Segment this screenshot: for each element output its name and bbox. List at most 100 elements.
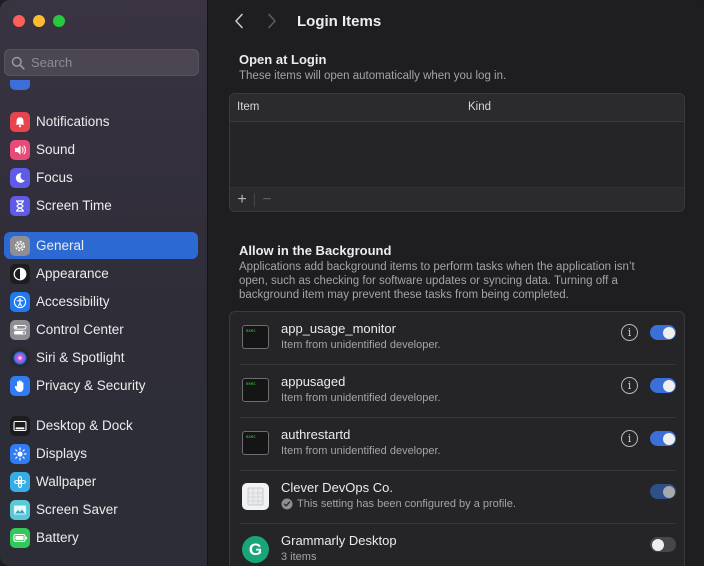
item-subtitle-text: This setting has been configured by a pr… [297,498,516,510]
item-subtitle-text: Item from unidentified developer. [281,392,441,404]
terminal-icon: exec [242,378,269,402]
hand-icon [10,375,30,396]
toggle-switch[interactable] [650,431,676,446]
sidebar-item-label: Battery [36,530,79,545]
sun-icon [10,443,30,464]
gear-badge-icon [281,498,293,510]
sidebar: Notifications Sound Focus [0,0,208,566]
page-title: Login Items [297,13,382,30]
sidebar-item-appearance[interactable]: Appearance [4,260,198,287]
screen-saver-icon [10,499,30,520]
grammarly-icon: G [242,536,269,563]
sidebar-item-label: Control Center [36,322,124,337]
sidebar-item-privacy-security[interactable]: Privacy & Security [4,372,198,399]
document-icon [242,483,269,510]
chevron-right-icon [268,13,276,29]
accessibility-icon [10,291,30,312]
toggle-knob [662,432,675,445]
info-button[interactable]: i [621,430,638,447]
appearance-icon [10,263,30,284]
chevron-left-icon [235,13,243,29]
close-window-button[interactable] [13,15,25,27]
list-item: Clever DevOps Co. This setting has been … [230,471,684,524]
open-at-login-subtitle: These items will open automatically when… [239,70,507,82]
search-input[interactable] [31,55,181,70]
control-center-icon [10,319,30,340]
forward-button[interactable] [262,11,282,31]
open-at-login-title: Open at Login [239,52,327,67]
terminal-icon-text: exec [246,434,256,439]
toggle-switch[interactable] [650,325,676,340]
list-item: G Grammarly Desktop 3 items [230,524,684,566]
search-field[interactable] [4,49,199,76]
toggle-switch[interactable] [650,378,676,393]
login-items-table: Item Kind + − [229,93,685,212]
column-header-item[interactable]: Item [237,101,259,113]
search-icon [11,56,25,70]
sidebar-item-label: General [36,238,85,253]
sidebar-item-label: Privacy & Security [36,378,146,393]
column-header-kind[interactable]: Kind [468,101,491,113]
item-subtitle: This setting has been configured by a pr… [281,498,516,510]
terminal-icon: exec [242,325,269,349]
sidebar-item-label: Appearance [36,266,109,281]
info-button[interactable]: i [621,324,638,341]
item-subtitle: Item from unidentified developer. [281,392,441,404]
item-name: appusaged [281,374,346,389]
info-icon: i [627,326,632,339]
toggle-switch[interactable] [650,484,676,499]
sidebar-item-label: Desktop & Dock [36,418,133,433]
sidebar-item-battery[interactable]: Battery [4,524,198,551]
toggle-knob [662,326,675,339]
item-subtitle-text: 3 items [281,551,317,563]
sidebar-item-label: Wallpaper [36,474,97,489]
sidebar-item-label: Notifications [36,114,110,129]
minimize-window-button[interactable] [33,15,45,27]
terminal-icon-text: exec [246,328,256,333]
table-footer: + − [230,187,684,211]
toggle-knob [662,485,675,498]
sidebar-item-sound[interactable]: Sound [4,136,198,163]
item-name: Clever DevOps Co. [281,480,393,495]
main-content: Login Items Open at Login These items wi… [209,0,704,566]
sidebar-item-accessibility[interactable]: Accessibility [4,288,198,315]
item-name: authrestartd [281,427,351,442]
gear-icon [10,235,30,256]
item-subtitle-text: Item from unidentified developer. [281,339,441,351]
sidebar-item-label: Sound [36,142,76,157]
item-name: app_usage_monitor [281,321,396,336]
info-button[interactable]: i [621,377,638,394]
add-login-item-button[interactable]: + [230,189,254,211]
sidebar-item-control-center[interactable]: Control Center [4,316,198,343]
sidebar-item-general[interactable]: General [4,232,198,259]
sidebar-item-siri-spotlight[interactable]: Siri & Spotlight [4,344,198,371]
list-item: exec authrestartd Item from unidentified… [230,418,684,471]
grammarly-icon-letter: G [248,539,263,559]
toggle-switch[interactable] [650,537,676,552]
sidebar-item-screen-saver[interactable]: Screen Saver [4,496,198,523]
sidebar-item-label: Displays [36,446,88,461]
sidebar-item-displays[interactable]: Displays [4,440,198,467]
sidebar-item-notifications[interactable]: Notifications [4,108,198,135]
sidebar-item-screen-time[interactable]: Screen Time [4,192,198,219]
table-header: Item Kind [230,94,684,122]
back-button[interactable] [229,11,249,31]
toggle-knob [662,379,675,392]
sidebar-item-focus[interactable]: Focus [4,164,198,191]
sidebar-item-label: Focus [36,170,73,185]
hourglass-icon [10,195,30,216]
list-item: exec app_usage_monitor Item from unident… [230,312,684,365]
sidebar-item-label: Screen Saver [36,502,118,517]
system-settings-window: Notifications Sound Focus [0,0,704,566]
remove-login-item-button[interactable]: − [255,189,279,211]
speaker-icon [10,139,30,160]
sidebar-item-label: Accessibility [36,294,110,309]
scrolled-item-peek [10,80,30,90]
sidebar-item-wallpaper[interactable]: Wallpaper [4,468,198,495]
background-items-list: exec app_usage_monitor Item from unident… [229,311,685,566]
terminal-icon: exec [242,431,269,455]
sidebar-item-desktop-dock[interactable]: Desktop & Dock [4,412,198,439]
siri-icon [10,347,30,368]
item-subtitle-text: Item from unidentified developer. [281,445,441,457]
zoom-window-button[interactable] [53,15,65,27]
